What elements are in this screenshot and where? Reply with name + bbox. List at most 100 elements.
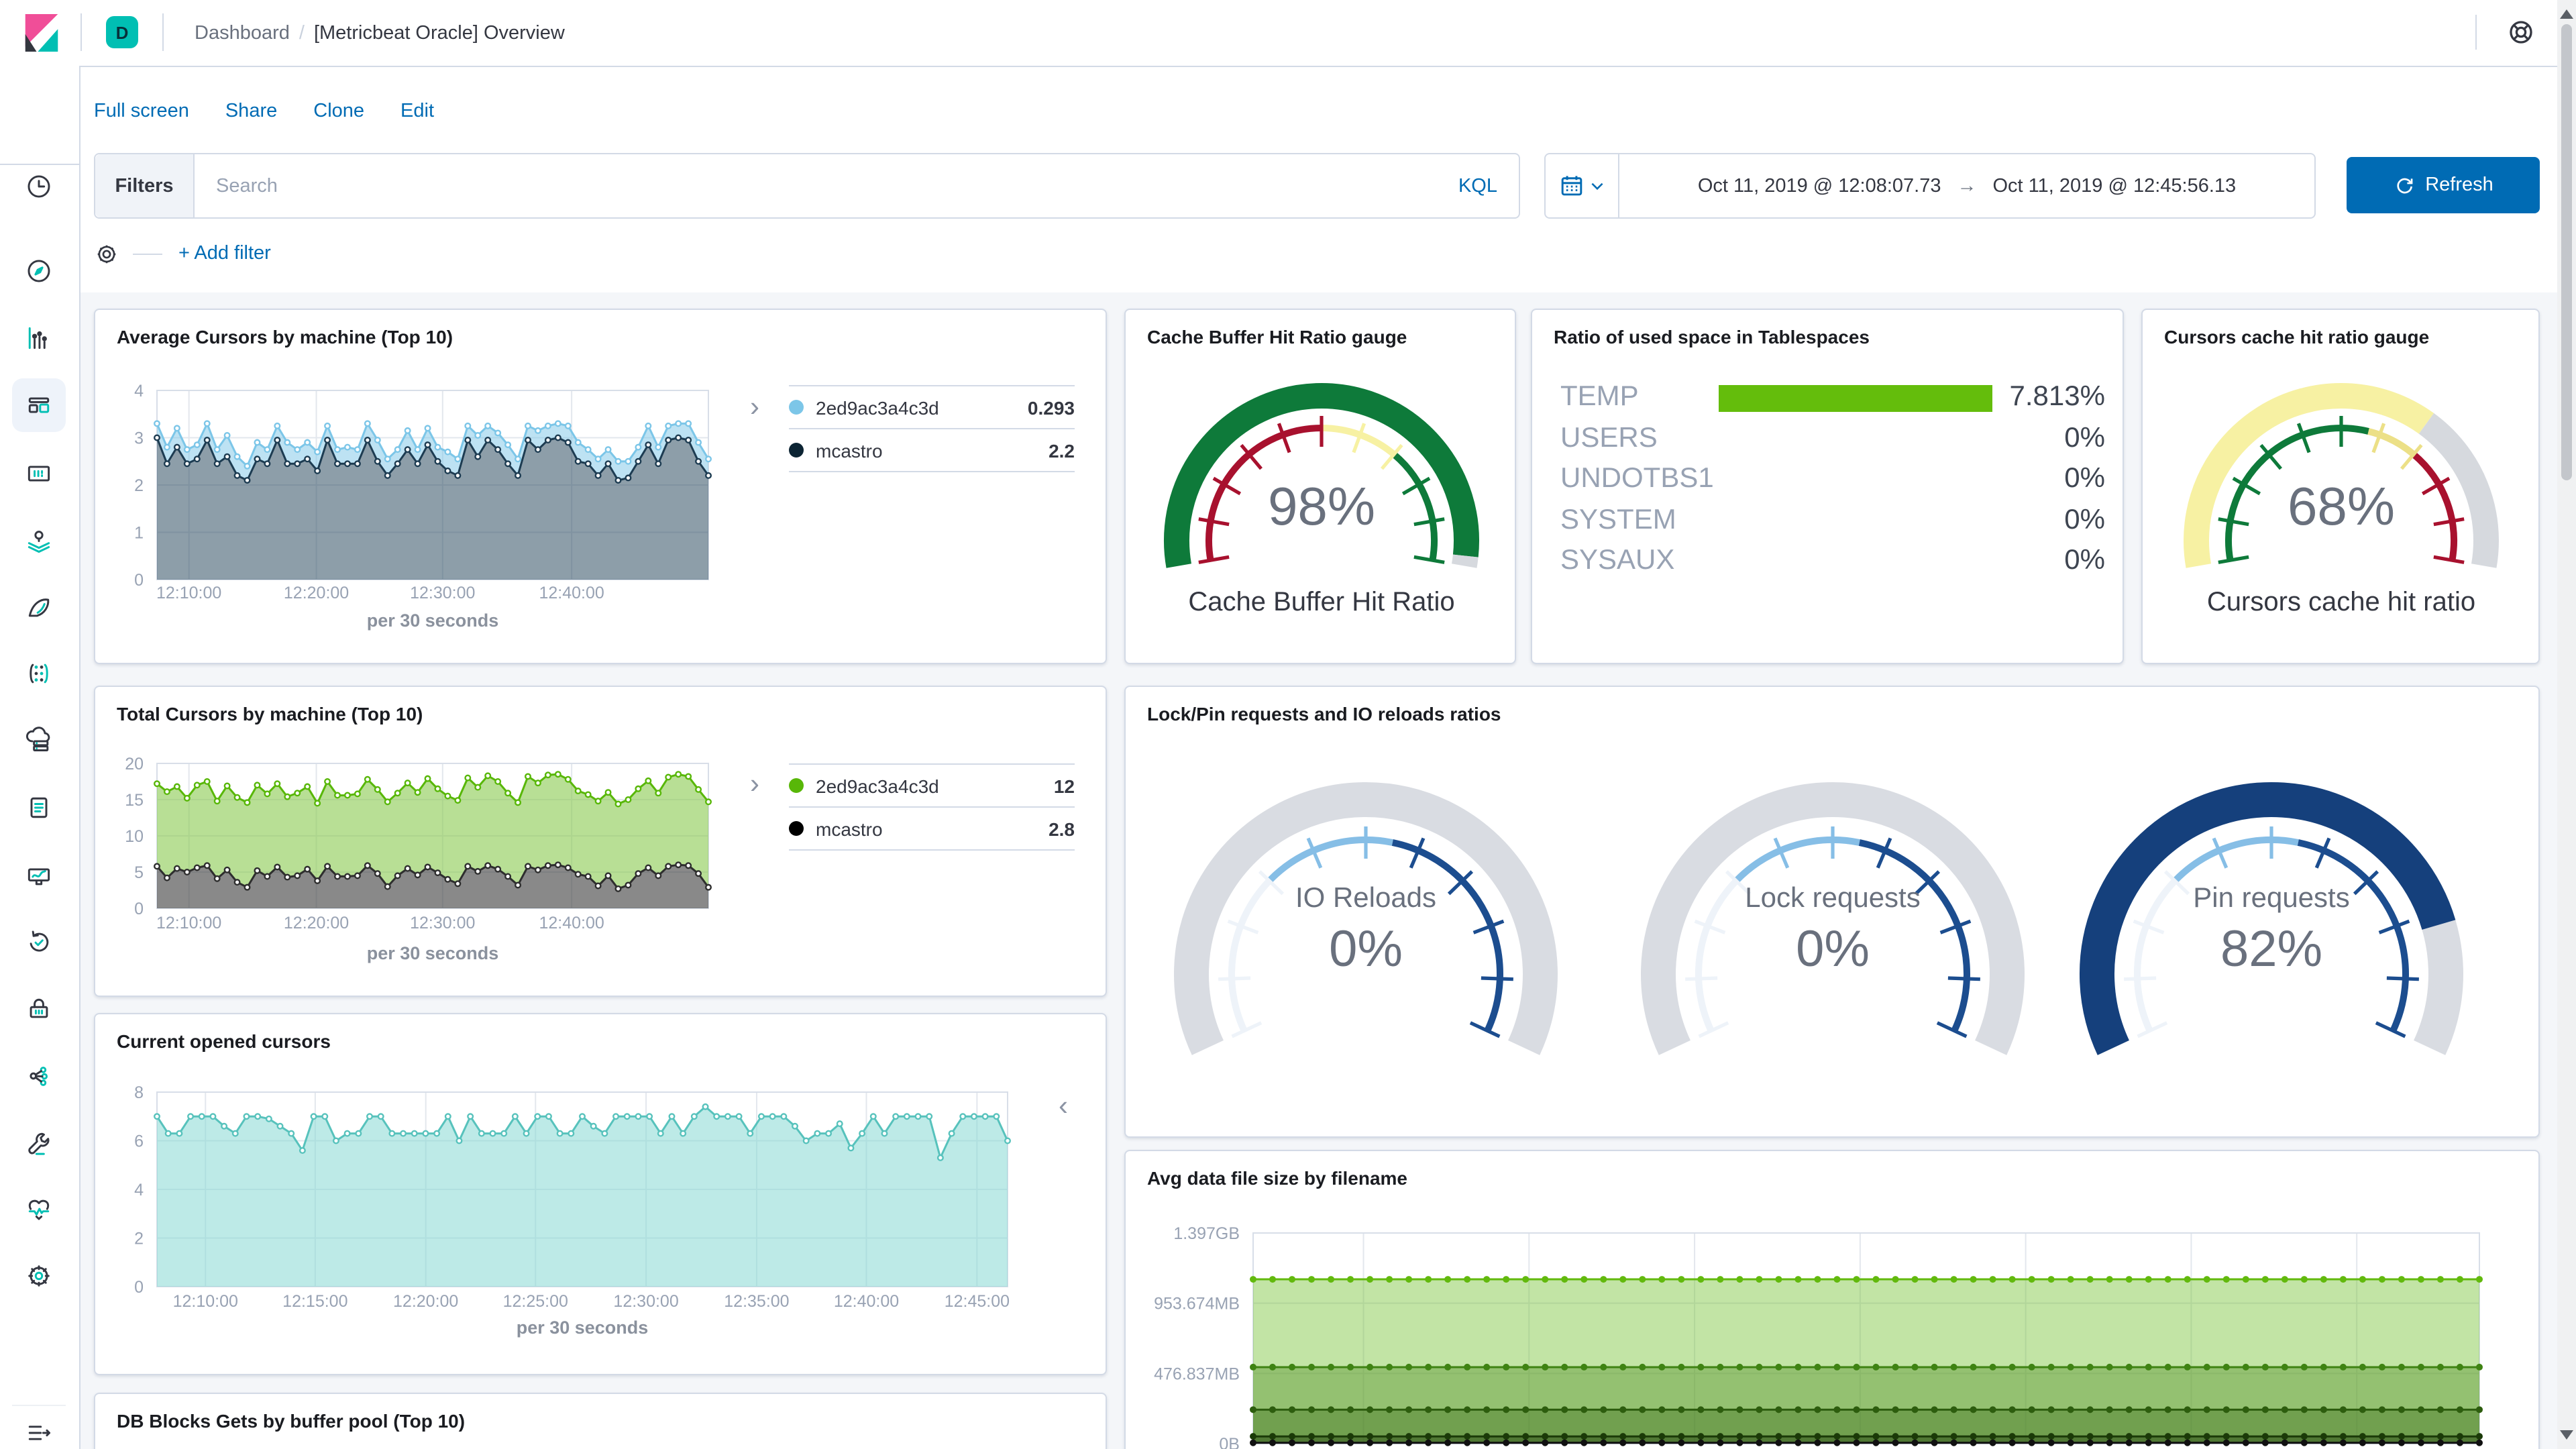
sidebar-item-dashboard[interactable] [12, 378, 66, 432]
sidebar-item-logs[interactable] [12, 781, 66, 835]
sidebar-item-uptime[interactable] [12, 915, 66, 969]
series-name: 2ed9ac3a4c3d [816, 396, 939, 418]
sidebar-item-maps[interactable] [12, 514, 66, 568]
monitoring-heart-icon [28, 1199, 50, 1220]
breadcrumb-separator: / [299, 22, 305, 44]
apm-icon [28, 868, 50, 885]
svg-text:68%: 68% [2288, 476, 2395, 536]
sidebar-item-apm[interactable] [12, 849, 66, 903]
panel-title[interactable]: Avg data file size by filename [1147, 1167, 1407, 1189]
dashboard-icon [28, 397, 50, 413]
svg-text:0B: 0B [1219, 1435, 1240, 1449]
tablespace-value: 0% [2064, 504, 2105, 535]
gear-icon[interactable] [94, 241, 119, 266]
calendar-icon [1560, 176, 1582, 196]
metrics-cloud-icon [25, 727, 50, 751]
legend-item[interactable]: mcastro 2.8 [789, 806, 1075, 851]
legend-item[interactable]: 2ed9ac3a4c3d 12 [789, 763, 1075, 806]
sidebar-item-management-gear[interactable] [12, 1249, 66, 1303]
series-name: 2ed9ac3a4c3d [816, 775, 939, 796]
sidebar-item-visualize-chart[interactable] [12, 311, 66, 365]
date-to[interactable]: Oct 11, 2019 @ 12:45:56.13 [1993, 175, 2237, 197]
calendar-menu-button[interactable] [1546, 154, 1619, 217]
dashboard-badge[interactable]: D [106, 16, 138, 48]
cache-buffer-hit-ratio-gauge: 98% Cache Buffer Hit Ratio [1164, 383, 1479, 616]
svg-text:3: 3 [134, 429, 144, 448]
refresh-label: Refresh [2425, 174, 2493, 196]
svg-text:1.397GB: 1.397GB [1173, 1224, 1240, 1243]
legend-item[interactable]: 2ed9ac3a4c3d 0.293 [789, 385, 1075, 428]
sidebar-item-graph[interactable] [12, 647, 66, 700]
chart-legend: 2ed9ac3a4c3d 12 mcastro 2.8 [789, 763, 1075, 851]
help-button[interactable] [2501, 12, 2541, 52]
svg-text:953.674MB: 953.674MB [1154, 1295, 1240, 1313]
top-header: D Dashboard / [Metricbeat Oracle] Overvi… [0, 0, 2576, 67]
svg-text:0%: 0% [1796, 920, 1870, 977]
tablespace-value: 0% [2064, 545, 2105, 576]
panel-title[interactable]: DB Blocks Gets by buffer pool (Top 10) [117, 1410, 465, 1432]
kibana-logo-icon[interactable] [23, 12, 60, 54]
svg-text:per 30 seconds: per 30 seconds [517, 1318, 649, 1338]
header-divider [162, 13, 164, 51]
chevron-left-icon[interactable]: ‹ [1059, 1092, 1068, 1120]
edit-button[interactable]: Edit [400, 101, 434, 122]
svg-text:0: 0 [134, 900, 144, 918]
filters-button[interactable]: Filters [95, 154, 195, 217]
tablespace-value: 0% [2064, 423, 2105, 453]
search-bar: Filters KQL [94, 153, 1520, 219]
svg-text:per 30 seconds: per 30 seconds [367, 943, 499, 963]
chevron-right-icon[interactable]: › [750, 770, 759, 798]
chevron-right-icon[interactable]: › [750, 393, 759, 421]
svg-text:12:30:00: 12:30:00 [410, 584, 475, 602]
search-input[interactable] [195, 154, 1458, 217]
sidebar-item-discover-compass[interactable] [12, 244, 66, 298]
share-button[interactable]: Share [225, 101, 277, 122]
tablespace-bar [1719, 385, 1992, 412]
svg-text:12:15:00: 12:15:00 [282, 1292, 347, 1311]
clone-button[interactable]: Clone [313, 101, 364, 122]
sidebar-item-service-map[interactable] [12, 1049, 66, 1103]
legend-item[interactable]: mcastro 2.2 [789, 428, 1075, 472]
sidebar-item-metrics-cloud[interactable] [12, 714, 66, 767]
breadcrumb-dashboard[interactable]: Dashboard [195, 22, 290, 44]
panel-lock-pin-ratios: Lock/Pin requests and IO reloads ratios … [1124, 686, 2540, 1138]
kql-toggle[interactable]: KQL [1458, 154, 1519, 217]
open-cursors-chart[interactable]: 0 2 4 6 8 12:10:00 12:15:00 12:20:00 12:25:00 12:… [95, 1055, 1108, 1377]
svg-text:12:45:00: 12:45:00 [945, 1292, 1010, 1311]
sidebar-item-clock[interactable] [12, 160, 66, 213]
panel-title[interactable]: Current opened cursors [117, 1030, 331, 1052]
add-filter-button[interactable]: + Add filter [178, 243, 271, 264]
svg-text:12:20:00: 12:20:00 [393, 1292, 458, 1311]
clock-icon [28, 175, 50, 198]
sidebar-item-canvas[interactable] [12, 447, 66, 500]
sidebar-collapse-button[interactable] [12, 1405, 66, 1449]
chevron-down-icon [1591, 182, 1603, 191]
scrollbar-down-arrow[interactable] [2560, 1430, 2573, 1440]
avg-file-size-chart[interactable]: 1.397GB 953.674MB 476.837MB 0B [1126, 1191, 2541, 1449]
panel-title[interactable]: Average Cursors by machine (Top 10) [117, 326, 453, 347]
svg-text:12:25:00: 12:25:00 [503, 1292, 568, 1311]
date-from[interactable]: Oct 11, 2019 @ 12:08:07.73 [1698, 175, 1941, 197]
tablespace-label: TEMP [1560, 381, 1639, 412]
date-range: Oct 11, 2019 @ 12:08:07.73 → Oct 11, 201… [1619, 154, 2314, 217]
sidebar-item-machine-learning[interactable] [12, 581, 66, 635]
sidebar-item-monitoring-heart[interactable] [12, 1182, 66, 1236]
panel-title[interactable]: Total Cursors by machine (Top 10) [117, 703, 423, 724]
svg-text:2: 2 [134, 476, 144, 495]
page-scrollbar [2557, 0, 2576, 1449]
panel-average-cursors: Average Cursors by machine (Top 10) 0 1 2 3… [94, 309, 1107, 664]
scrollbar-up-arrow[interactable] [2560, 9, 2573, 19]
svg-text:476.837MB: 476.837MB [1154, 1364, 1240, 1383]
svg-text:10: 10 [125, 827, 144, 846]
series-name: mcastro [816, 818, 883, 839]
series-dot [789, 443, 804, 458]
sidebar-item-siem-lock[interactable] [12, 982, 66, 1036]
scrollbar-thumb[interactable] [2561, 24, 2572, 480]
full-screen-button[interactable]: Full screen [94, 101, 189, 122]
svg-text:per 30 seconds: per 30 seconds [367, 610, 499, 631]
lock-pin-io-gauges: IO Reloads 0% Lock requests 0% Pin requests 8… [1174, 782, 2463, 1055]
sidebar-item-dev-tools-wrench[interactable] [12, 1116, 66, 1170]
refresh-button[interactable]: Refresh [2347, 157, 2540, 213]
tablespace-label: SYSTEM [1560, 504, 1676, 535]
cursors-cache-hit-ratio-gauge: 68% Cursors cache hit ratio [2184, 383, 2499, 616]
